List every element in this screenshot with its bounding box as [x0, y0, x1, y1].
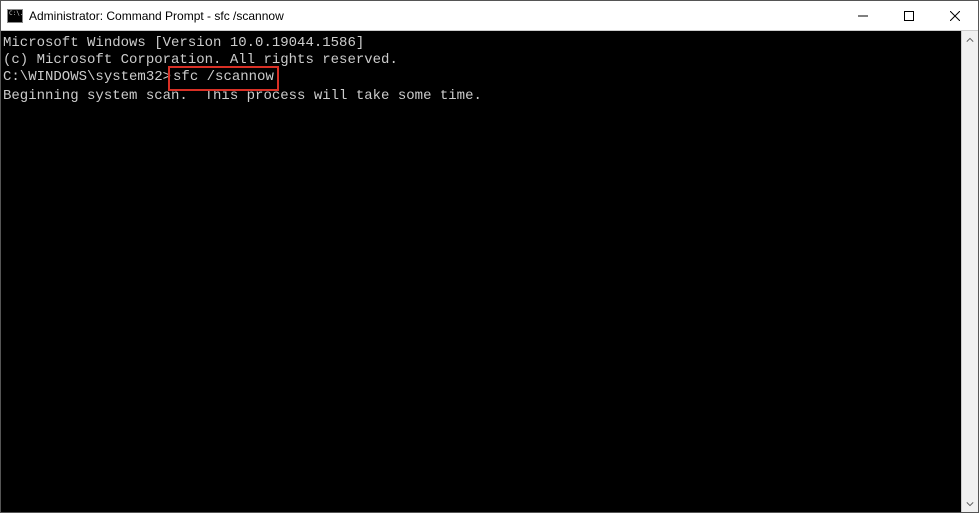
scroll-up-button[interactable] [962, 31, 978, 48]
chevron-up-icon [966, 36, 974, 44]
command-text: sfc /scannow [173, 69, 274, 85]
output-line: (c) Microsoft Corporation. All rights re… [3, 52, 959, 69]
title-bar: C:\. Administrator: Command Prompt - sfc… [1, 1, 978, 31]
close-icon [950, 11, 960, 21]
window-controls [840, 1, 978, 30]
terminal-container: Microsoft Windows [Version 10.0.19044.15… [1, 31, 978, 512]
command-highlight: sfc /scannow [168, 66, 279, 91]
maximize-button[interactable] [886, 1, 932, 30]
vertical-scrollbar[interactable] [961, 31, 978, 512]
command-prompt-window: C:\. Administrator: Command Prompt - sfc… [0, 0, 979, 513]
close-button[interactable] [932, 1, 978, 30]
scrollbar-track[interactable] [962, 48, 978, 495]
output-line: Microsoft Windows [Version 10.0.19044.15… [3, 35, 959, 52]
cmd-icon-text: C:\. [9, 11, 23, 17]
chevron-down-icon [966, 500, 974, 508]
scroll-down-button[interactable] [962, 495, 978, 512]
minimize-button[interactable] [840, 1, 886, 30]
output-line: Beginning system scan. This process will… [3, 88, 959, 105]
cmd-icon: C:\. [7, 9, 23, 23]
maximize-icon [904, 11, 914, 21]
terminal-output[interactable]: Microsoft Windows [Version 10.0.19044.15… [1, 31, 961, 512]
minimize-icon [858, 11, 868, 21]
window-title: Administrator: Command Prompt - sfc /sca… [29, 9, 840, 23]
prompt-line: C:\WINDOWS\system32>sfc /scannow [3, 69, 959, 88]
prompt-path: C:\WINDOWS\system32> [3, 69, 171, 85]
